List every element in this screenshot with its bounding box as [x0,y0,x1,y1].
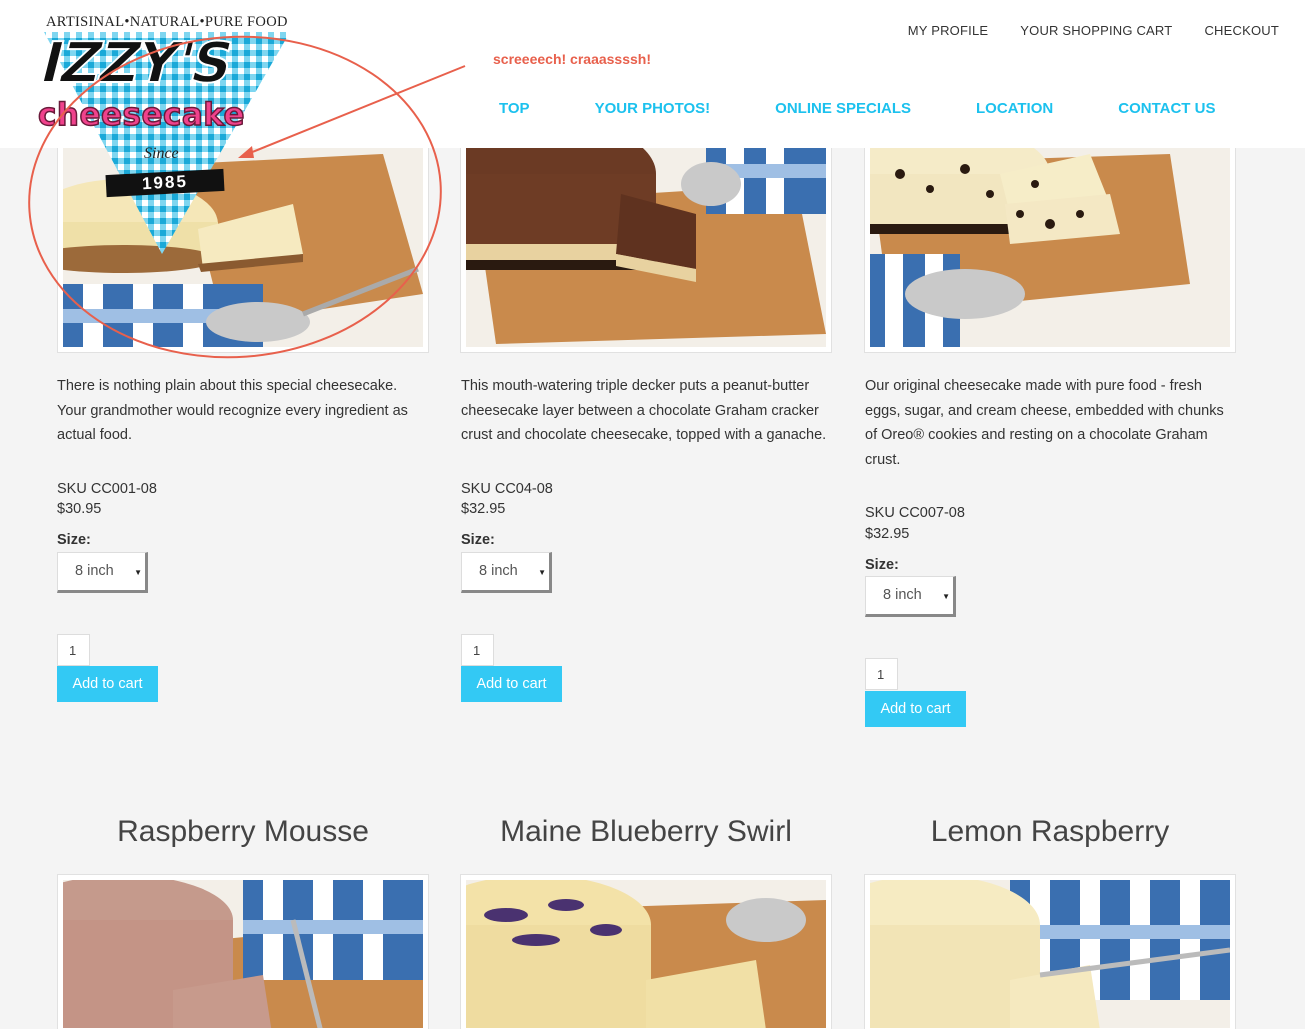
product-photo-frame [57,874,429,1029]
product-sku: SKU CC04-08 [461,481,553,497]
chevron-down-icon: ▼ [942,592,950,601]
maine-blueberry-swirl-photo[interactable] [466,880,826,1028]
chevron-down-icon: ▼ [134,568,142,577]
nav-top[interactable]: TOP [499,100,530,117]
size-label: Size: [57,532,91,548]
add-to-cart-button[interactable]: Add to cart [57,666,158,702]
size-select[interactable]: 8 inch ▼ [865,576,956,617]
product-description: This mouth-watering triple decker puts a… [461,378,827,443]
lemon-raspberry-photo[interactable] [870,880,1230,1028]
oreo-cheesecake-photo[interactable] [870,134,1230,347]
chevron-down-icon: ▼ [538,568,546,577]
shopping-cart-link[interactable]: YOUR SHOPPING CART [1020,23,1172,38]
size-select[interactable]: 8 inch ▼ [57,552,148,593]
product-sku: SKU CC007-08 [865,505,965,521]
nav-contact-us[interactable]: CONTACT US [1118,100,1215,117]
size-label: Size: [865,557,899,573]
add-to-cart-button[interactable]: Add to cart [461,666,562,702]
product-description: There is nothing plain about this specia… [57,378,408,443]
size-select-value: 8 inch [883,587,922,603]
main-nav: TOP YOUR PHOTOS! ONLINE SPECIALS LOCATIO… [499,100,1280,117]
product-photo-frame [460,874,832,1029]
logo-tagline: ARTISINAL•NATURAL•PURE FOOD [46,14,288,30]
add-to-cart-button[interactable]: Add to cart [865,691,966,727]
product-title[interactable]: Maine Blueberry Swirl [460,815,832,849]
quantity-input[interactable]: 1 [461,634,494,666]
product-photo-frame [460,128,832,353]
cheesecake-image [870,880,1230,1028]
size-select-value: 8 inch [75,563,114,579]
logo-subtitle: cheesecake [37,97,246,133]
product-title[interactable]: Lemon Raspberry [864,815,1236,849]
utility-nav: MY PROFILE YOUR SHOPPING CART CHECKOUT [908,23,1279,38]
nav-online-specials[interactable]: ONLINE SPECIALS [775,100,911,117]
chocolate-peanut-butter-cheesecake-photo[interactable] [466,134,826,347]
cheesecake-image [466,134,826,347]
product-price: $32.95 [865,526,910,542]
cheesecake-image [63,880,423,1028]
annotation-text: screeeech! craaassssh! [493,51,652,67]
product-title[interactable]: Raspberry Mousse [57,815,429,849]
product-photo-frame [864,128,1236,353]
cheesecake-image [466,880,826,1028]
logo-since: Since [144,145,179,162]
raspberry-mousse-photo[interactable] [63,880,423,1028]
product-price: $32.95 [461,501,506,517]
product-price: $30.95 [57,501,102,517]
nav-your-photos[interactable]: YOUR PHOTOS! [595,100,711,117]
size-label: Size: [461,532,495,548]
cheesecake-image [870,134,1230,347]
logo-wordmark: IZZY'S [33,30,239,97]
size-select[interactable]: 8 inch ▼ [461,552,552,593]
nav-location[interactable]: LOCATION [976,100,1053,117]
checkout-link[interactable]: CHECKOUT [1204,23,1279,38]
product-photo-frame [864,874,1236,1029]
quantity-input[interactable]: 1 [865,658,898,690]
my-profile-link[interactable]: MY PROFILE [908,23,989,38]
product-sku: SKU CC001-08 [57,481,157,497]
quantity-input[interactable]: 1 [57,634,90,666]
product-description: Our original cheesecake made with pure f… [865,378,1224,468]
size-select-value: 8 inch [479,563,518,579]
site-logo[interactable]: ARTISINAL•NATURAL•PURE FOOD IZZY'S chees… [33,14,295,264]
